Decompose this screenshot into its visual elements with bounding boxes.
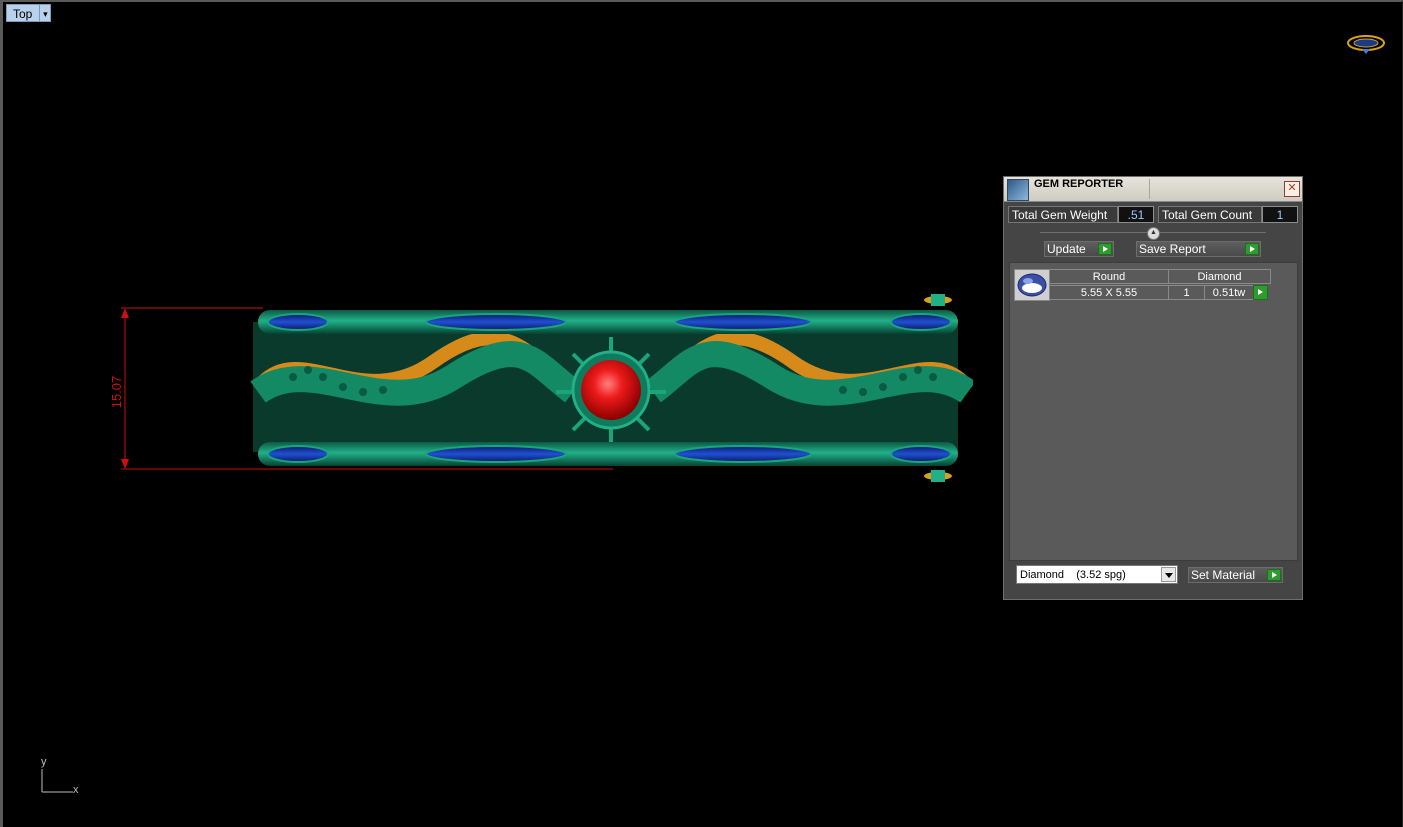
view-tab[interactable]: Top ▾: [6, 4, 52, 22]
update-button-label: Update: [1047, 242, 1086, 256]
gem-size-cell: 5.55 X 5.55: [1049, 285, 1169, 300]
axis-indicator: y x: [33, 754, 93, 804]
gem-reporter-app-icon: [1007, 179, 1029, 201]
set-material-button[interactable]: Set Material: [1188, 567, 1283, 583]
play-arrow-icon: [1245, 243, 1259, 255]
update-button[interactable]: Update: [1044, 241, 1114, 257]
save-report-button-label: Save Report: [1139, 242, 1206, 256]
material-select[interactable]: Diamond (3.52 spg): [1016, 565, 1178, 584]
ring-model[interactable]: 15.07: [103, 282, 973, 492]
gem-material-header: Diamond: [1168, 269, 1271, 284]
titlebar-divider: [1149, 179, 1150, 199]
gem-reporter-title: GEM REPORTER: [1034, 178, 1124, 190]
total-gem-count-label: Total Gem Count: [1158, 206, 1262, 223]
round-gem-thumbnail[interactable]: [1014, 269, 1050, 301]
chevron-down-icon[interactable]: [1161, 567, 1176, 582]
dimension-value-label: 15.07: [109, 376, 124, 409]
gem-weight-cell: 0.51tw: [1204, 285, 1254, 300]
gem-shape-header: Round: [1049, 269, 1169, 284]
collapse-arrow-icon[interactable]: ▲: [1147, 227, 1160, 240]
gem-list[interactable]: Round Diamond 5.55 X 5.55 1 0.51tw: [1009, 262, 1298, 561]
total-gem-count-value: 1: [1262, 206, 1298, 223]
save-report-button[interactable]: Save Report: [1136, 241, 1261, 257]
set-material-button-label: Set Material: [1191, 568, 1256, 582]
play-arrow-icon: [1267, 569, 1281, 581]
gem-reporter-titlebar[interactable]: GEM REPORTER ✕: [1004, 177, 1302, 202]
center-ruby: [581, 360, 641, 420]
view-dropdown-arrow-icon[interactable]: ▾: [39, 4, 52, 22]
gem-count-cell: 1: [1168, 285, 1205, 300]
total-gem-weight-label: Total Gem Weight: [1008, 206, 1118, 223]
material-select-value: Diamond (3.52 spg): [1020, 569, 1126, 581]
view-name-label[interactable]: Top: [6, 4, 40, 22]
total-gem-weight-value: .51: [1118, 206, 1154, 223]
round-gem-icon: [1017, 273, 1047, 297]
play-arrow-icon: [1098, 243, 1112, 255]
close-icon[interactable]: ✕: [1284, 181, 1300, 197]
gem-reporter-panel: GEM REPORTER ✕ Total Gem Weight .51 Tota…: [1003, 176, 1303, 600]
axis-x-label: x: [73, 784, 79, 796]
axis-y-label: y: [41, 756, 47, 768]
matrix-logo-icon: [1347, 35, 1385, 54]
gem-row-select-icon[interactable]: [1253, 285, 1268, 300]
top-viewport[interactable]: Top ▾ 15.07 y x GEM REPORTER ✕ Total Gem…: [0, 0, 1403, 827]
